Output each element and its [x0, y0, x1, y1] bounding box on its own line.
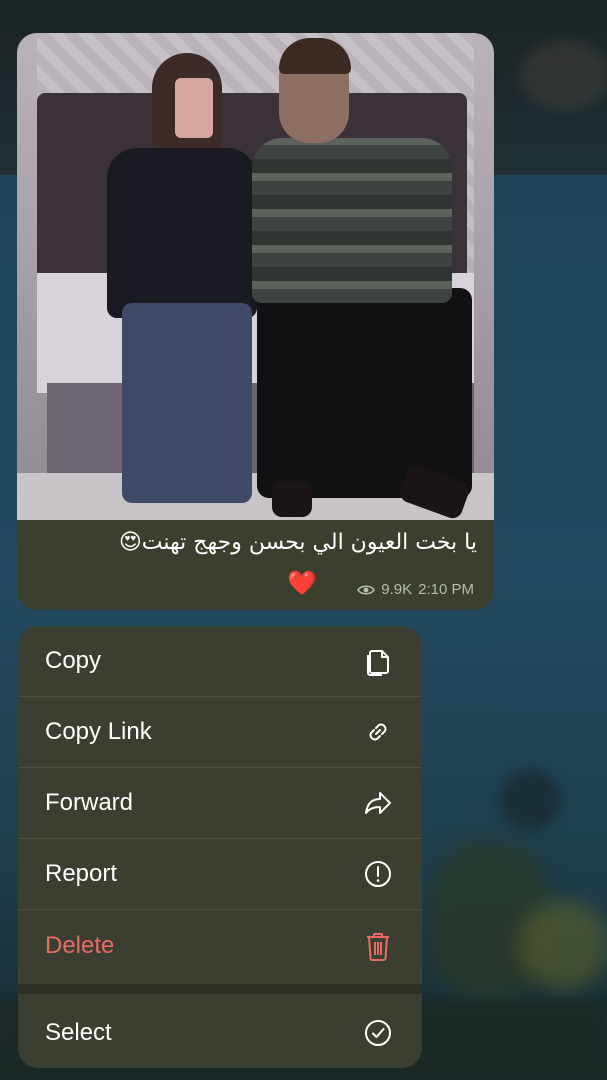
select-icon	[361, 1016, 395, 1050]
message-bubble[interactable]: يا بخت العيون الي بحسن وجهج تهنت😍 ❤️ 9.9…	[17, 33, 494, 610]
message-photo[interactable]	[17, 33, 494, 521]
menu-item-copy[interactable]: Copy	[18, 626, 422, 697]
message-time: 2:10 PM	[418, 581, 474, 598]
message-meta: 9.9K 2:10 PM	[357, 581, 474, 598]
forward-icon	[361, 786, 395, 820]
menu-section-divider	[18, 984, 422, 994]
message-caption: يا بخت العيون الي بحسن وجهج تهنت😍	[118, 530, 477, 555]
menu-item-select[interactable]: Select	[18, 997, 422, 1068]
menu-item-label: Copy	[45, 647, 102, 674]
menu-item-report[interactable]: Report	[18, 839, 422, 910]
trash-icon	[361, 929, 395, 963]
menu-item-delete[interactable]: Delete	[18, 910, 422, 981]
menu-item-label: Report	[45, 860, 118, 887]
views-eye-icon	[357, 584, 376, 595]
caption-heart-emoji: ❤️	[287, 570, 317, 597]
link-icon	[361, 715, 395, 749]
menu-item-forward[interactable]: Forward	[18, 768, 422, 839]
copy-icon	[361, 644, 395, 678]
menu-item-label: Copy Link	[45, 718, 152, 745]
menu-item-label: Delete	[45, 931, 115, 959]
views-count: 9.9K	[381, 581, 413, 598]
menu-item-copy-link[interactable]: Copy Link	[18, 697, 422, 768]
menu-item-label: Select	[45, 1018, 112, 1046]
context-menu: Copy Copy Link Forward Report Delete Sel…	[18, 626, 422, 1068]
menu-item-label: Forward	[45, 789, 134, 816]
report-icon	[361, 857, 395, 891]
